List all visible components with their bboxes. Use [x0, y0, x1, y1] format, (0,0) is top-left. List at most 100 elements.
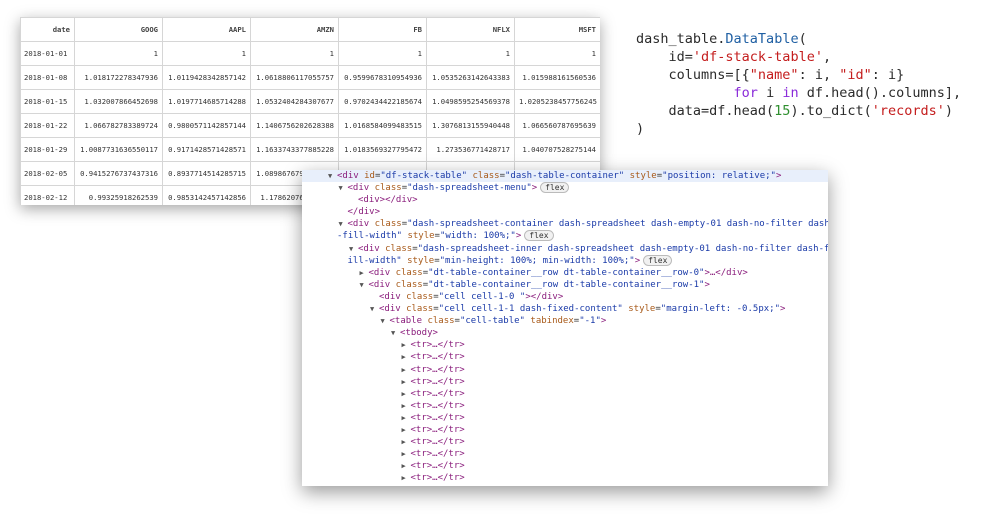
value-cell[interactable]: 1.0618806117055757: [250, 65, 339, 90]
value-cell[interactable]: 1.1406756202628388: [250, 113, 339, 138]
value-cell[interactable]: 1: [162, 41, 251, 66]
dom-node-line[interactable]: ▶ <tr>…</tr>: [302, 472, 828, 484]
dom-node-line[interactable]: -fill-width" style="width: 100%;"> flex: [302, 230, 828, 242]
dom-node-line[interactable]: ▼ <div class="dt-table-container__row dt-…: [302, 279, 828, 291]
collapse-arrow-icon[interactable]: ▶: [402, 460, 411, 472]
value-cell[interactable]: 1.3076813155940448: [426, 113, 515, 138]
value-cell[interactable]: 0.8937714514285715: [162, 161, 251, 186]
date-cell[interactable]: 2018-01-22: [20, 113, 75, 138]
value-cell[interactable]: 1: [250, 41, 339, 66]
expand-arrow-icon[interactable]: ▼: [370, 303, 379, 315]
date-cell[interactable]: 2018-02-05: [20, 161, 75, 186]
date-cell[interactable]: 2018-02-12: [20, 185, 75, 205]
value-cell[interactable]: 1.0535263142643383: [426, 65, 515, 90]
date-cell[interactable]: 2018-01-01: [20, 41, 75, 66]
column-header-fb[interactable]: FB: [338, 17, 427, 42]
expand-arrow-icon[interactable]: ▼: [381, 315, 390, 327]
dom-node-line[interactable]: ▶ <tr>…</tr>: [302, 448, 828, 460]
collapse-arrow-icon[interactable]: ▶: [402, 424, 411, 436]
dom-node-line[interactable]: ▶ <tr>…</tr>: [302, 351, 828, 363]
dom-node-line[interactable]: ▼ <table class="cell-table" tabindex="-1"…: [302, 315, 828, 327]
collapse-arrow-icon[interactable]: ▶: [402, 412, 411, 424]
value-cell[interactable]: 1.066560787695639: [514, 113, 600, 138]
value-cell[interactable]: 1.015988161560536: [514, 65, 600, 90]
column-header-msft[interactable]: MSFT: [514, 17, 600, 42]
dom-node-line[interactable]: ▶ <tr>…</tr>: [302, 460, 828, 472]
collapse-arrow-icon[interactable]: ▶: [402, 388, 411, 400]
expand-arrow-icon[interactable]: ▼: [360, 279, 369, 291]
expand-arrow-icon[interactable]: ▼: [339, 218, 348, 230]
date-cell[interactable]: 2018-01-15: [20, 89, 75, 114]
date-cell[interactable]: 2018-01-08: [20, 65, 75, 90]
value-cell[interactable]: 0.9800571142857144: [162, 113, 251, 138]
dom-node-line[interactable]: ▶ <tr>…</tr>: [302, 376, 828, 388]
expand-arrow-icon[interactable]: ▼: [349, 243, 358, 255]
value-cell[interactable]: 1.032007866452698: [74, 89, 163, 114]
column-header-date[interactable]: date: [20, 17, 75, 42]
value-cell[interactable]: 0.9702434422185674: [338, 89, 427, 114]
dom-node-line[interactable]: ▶ <tr>…</tr>: [302, 364, 828, 376]
value-cell[interactable]: 0.9171428571428571: [162, 137, 251, 162]
dom-node-line[interactable]: ▶ <tr>…</tr>: [302, 400, 828, 412]
collapse-arrow-icon[interactable]: ▶: [402, 436, 411, 448]
value-cell[interactable]: 1.0532404284307677: [250, 89, 339, 114]
expand-arrow-icon[interactable]: ▼: [391, 327, 400, 339]
collapse-arrow-icon[interactable]: ▶: [402, 472, 411, 484]
collapse-arrow-icon[interactable]: ▶: [402, 364, 411, 376]
collapse-arrow-icon[interactable]: ▶: [402, 351, 411, 363]
value-cell[interactable]: 1: [426, 41, 515, 66]
collapse-arrow-icon[interactable]: ▶: [402, 339, 411, 351]
value-cell[interactable]: 1.0205238457756245: [514, 89, 600, 114]
dom-node-line[interactable]: ▼ <div class="dash-spreadsheet-container …: [302, 218, 829, 230]
expand-arrow-icon[interactable]: ▼: [328, 170, 337, 182]
collapse-arrow-icon[interactable]: ▶: [402, 400, 411, 412]
collapse-arrow-icon[interactable]: ▶: [360, 267, 369, 279]
value-cell[interactable]: 1.040707528275144: [514, 137, 600, 162]
value-cell[interactable]: 1.1633743377885228: [250, 137, 339, 162]
collapse-arrow-icon[interactable]: ▶: [402, 376, 411, 388]
dom-node-line[interactable]: ▼ <div class="cell cell-1-1 dash-fixed-co…: [302, 303, 828, 315]
flex-badge[interactable]: flex: [643, 254, 673, 266]
flex-badge[interactable]: flex: [524, 230, 554, 242]
value-cell[interactable]: 1.018172278347936: [74, 65, 163, 90]
dom-node-line[interactable]: ▶ <tr>…</tr>: [302, 436, 828, 448]
value-cell[interactable]: 0.9415276737437316: [74, 161, 163, 186]
value-cell[interactable]: 1.066782783389724: [74, 113, 163, 138]
value-cell[interactable]: 1: [74, 41, 163, 66]
value-cell[interactable]: 1: [338, 41, 427, 66]
column-header-amzn[interactable]: AMZN: [250, 17, 339, 42]
value-cell[interactable]: 1.0087731636550117: [74, 137, 163, 162]
dom-node-line[interactable]: ▶ <tr>…</tr>: [302, 412, 828, 424]
dom-node-line[interactable]: ill-width" style="min-height: 100%; min-…: [302, 254, 828, 267]
column-header-nflx[interactable]: NFLX: [426, 17, 515, 42]
value-cell[interactable]: 1.0498595254569378: [426, 89, 515, 114]
value-cell[interactable]: 0.9853142457142856: [162, 185, 251, 205]
value-cell[interactable]: 1.0119428342857142: [162, 65, 251, 90]
value-cell[interactable]: 1: [514, 41, 600, 66]
value-cell[interactable]: 1.0197714685714288: [162, 89, 251, 114]
column-header-goog[interactable]: GOOG: [74, 17, 163, 42]
dom-node-line[interactable]: ▼ <div class="dash-spreadsheet-menu"> flex: [302, 182, 828, 194]
value-cell[interactable]: 1.0183569327795472: [338, 137, 427, 162]
dom-node-line[interactable]: ▼ <tbody>: [302, 327, 828, 339]
dom-node-line[interactable]: ▶ <tr>…</tr>: [302, 388, 828, 400]
dom-node-line[interactable]: ▼ <div id="df-stack-table" class="dash-ta…: [302, 170, 828, 183]
dom-node-line[interactable]: <div class="cell cell-1-0 "></div>: [302, 291, 828, 303]
value-cell[interactable]: 1.0168584099483515: [338, 113, 427, 138]
date-cell[interactable]: 2018-01-29: [20, 137, 75, 162]
value-cell[interactable]: 1.273536771428717: [426, 137, 515, 162]
dom-node-line[interactable]: ▶ <tr>…</tr>: [302, 339, 828, 351]
flex-badge[interactable]: flex: [540, 182, 570, 194]
value-cell[interactable]: 0.9599678310954936: [338, 65, 427, 90]
dom-node-line[interactable]: ▶ <tr>…</tr>: [302, 424, 828, 436]
dom-node-line[interactable]: ▼ <div class="dash-spreadsheet-inner dash…: [302, 243, 828, 255]
dom-node-line[interactable]: <div></div>: [302, 194, 828, 206]
devtools-elements-panel[interactable]: ▼ <div id="df-stack-table" class="dash-ta…: [302, 170, 828, 486]
column-header-aapl[interactable]: AAPL: [162, 17, 251, 42]
collapse-arrow-icon[interactable]: ▶: [402, 448, 411, 460]
expand-arrow-icon[interactable]: ▼: [339, 182, 348, 194]
dom-node-line[interactable]: ▶ <div class="dt-table-container__row dt-…: [302, 267, 828, 279]
dom-token: <tr>…</tr>: [410, 400, 465, 411]
value-cell[interactable]: 0.99325918262539: [74, 185, 163, 205]
dom-node-line[interactable]: </div>: [302, 206, 828, 218]
